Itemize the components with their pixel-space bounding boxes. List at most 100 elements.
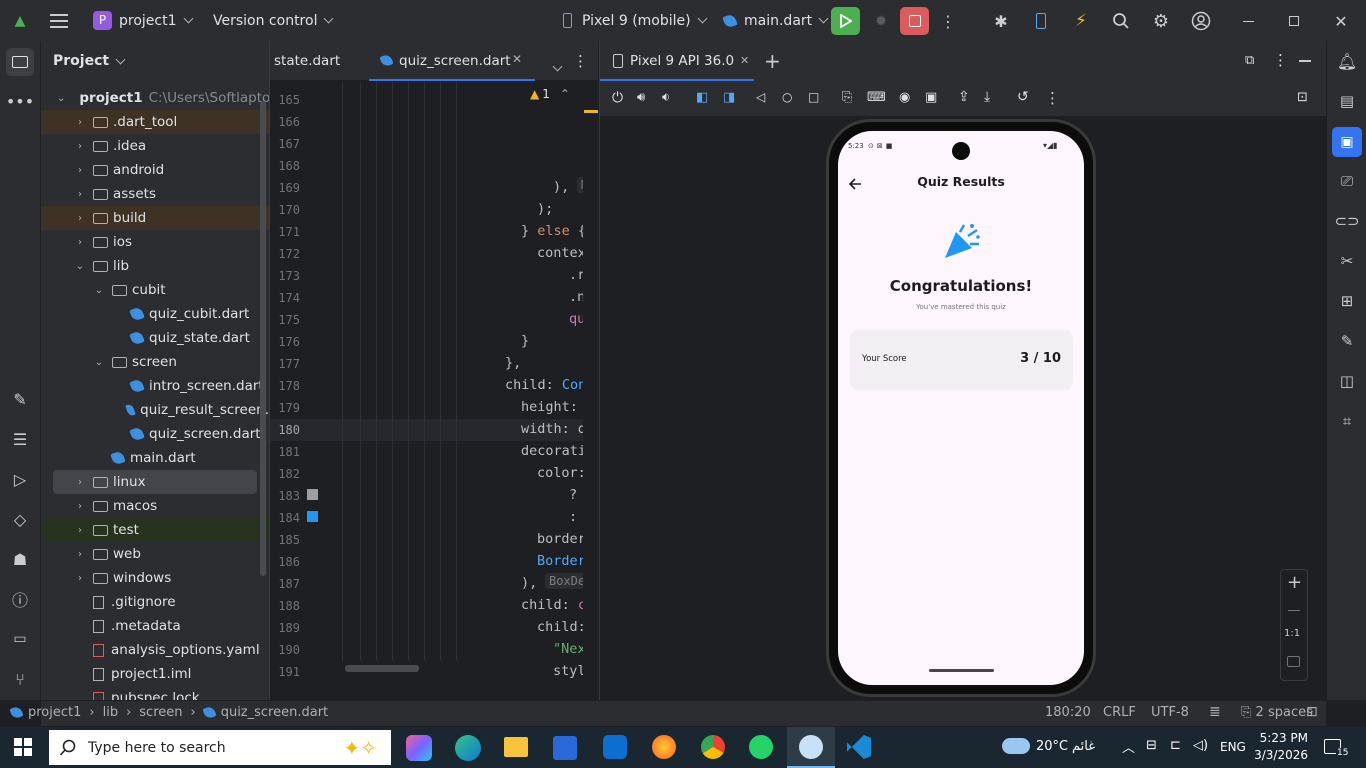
volume-up-icon[interactable]: 🔊︎: [637, 90, 645, 105]
tree-item[interactable]: quiz_state.dart: [41, 326, 269, 350]
tree-item[interactable]: .metadata: [41, 614, 269, 638]
vscode-icon[interactable]: [847, 735, 871, 759]
clock-time[interactable]: 5:23 PM: [1258, 731, 1308, 745]
zoom-actual-size[interactable]: 1:1: [1284, 628, 1300, 639]
upload-icon[interactable]: ⇪: [958, 89, 970, 105]
gesture-bar[interactable]: [929, 669, 994, 672]
reset-icon[interactable]: ↺: [1017, 89, 1029, 105]
stop-button[interactable]: [900, 7, 929, 35]
more-tools-icon[interactable]: •••: [6, 89, 34, 113]
expand-arrow-icon[interactable]: ⌄: [94, 357, 104, 368]
extended-controls-icon[interactable]: ⊡: [1297, 90, 1308, 105]
tree-item[interactable]: analysis_options.yaml: [41, 638, 269, 662]
tree-item[interactable]: ⌄ screen: [41, 350, 269, 374]
inspector-icon[interactable]: ⊞: [1335, 289, 1359, 313]
breadcrumb-lib[interactable]: lib: [103, 705, 118, 720]
tree-item[interactable]: ⌄ cubit: [41, 278, 269, 302]
tree-item[interactable]: › windows: [41, 566, 269, 590]
expand-arrow-icon[interactable]: ›: [75, 477, 85, 488]
tab-state[interactable]: state.dart: [274, 53, 340, 69]
weather-cloud-icon[interactable]: [1002, 738, 1030, 754]
problems-icon[interactable]: ⓘ: [8, 587, 32, 611]
tree-item[interactable]: quiz_result_screen.: [41, 398, 269, 422]
tree-item[interactable]: intro_screen.dart: [41, 374, 269, 398]
notifications-bell-icon[interactable]: 🔔︎: [1335, 49, 1359, 73]
line-separator[interactable]: CRLF: [1103, 705, 1136, 720]
expand-arrow-icon[interactable]: ›: [75, 549, 85, 560]
power-icon[interactable]: ⏻: [612, 90, 623, 106]
tree-item[interactable]: › web: [41, 542, 269, 566]
tree-item[interactable]: › test: [41, 518, 269, 542]
expand-arrow-icon[interactable]: ⌄: [94, 285, 104, 296]
tray-network-icon[interactable]: ⊏: [1170, 738, 1181, 753]
pencil-icon[interactable]: ✎: [1335, 329, 1359, 353]
tree-item[interactable]: › ios: [41, 230, 269, 254]
tree-item[interactable]: quiz_cubit.dart: [41, 302, 269, 326]
file-encoding[interactable]: UTF-8: [1151, 705, 1189, 720]
device-manager-icon[interactable]: [1030, 10, 1052, 32]
hot-reload-icon[interactable]: ⚡: [1070, 10, 1092, 32]
tray-mic-icon[interactable]: ⊟: [1146, 738, 1157, 753]
git-icon[interactable]: ⑂: [8, 667, 32, 691]
copilot-icon[interactable]: [406, 735, 432, 761]
tree-scrollbar[interactable]: [260, 101, 266, 576]
readonly-lock-icon[interactable]: ⊡: [1306, 704, 1318, 720]
tree-item[interactable]: project1.iml: [41, 662, 269, 686]
bug-icon[interactable]: ✱: [990, 10, 1012, 32]
settings-gear-icon[interactable]: ⚙: [1150, 10, 1172, 32]
tree-item[interactable]: › .idea: [41, 134, 269, 158]
restore-window-icon[interactable]: [1284, 10, 1304, 32]
tree-item[interactable]: .gitignore: [41, 590, 269, 614]
open-external-icon[interactable]: ⧉: [1245, 53, 1254, 68]
rotate-right-icon[interactable]: ◨: [723, 90, 735, 105]
project-panel-header[interactable]: Project: [53, 53, 126, 69]
expand-arrow-icon[interactable]: ›: [75, 189, 85, 200]
outlook-icon[interactable]: [603, 735, 627, 759]
code-line[interactable]: );: [537, 201, 561, 217]
expand-arrow-icon[interactable]: ›: [75, 501, 85, 512]
close-emulator-tab-icon[interactable]: ✕: [740, 54, 749, 67]
breadcrumb-file[interactable]: quiz_screen.dart: [221, 705, 328, 720]
firefox-icon[interactable]: [652, 735, 676, 759]
project-tool-button[interactable]: [6, 48, 34, 76]
close-window-icon[interactable]: ✕: [1330, 10, 1352, 32]
run-button[interactable]: [831, 7, 860, 35]
breadcrumb-screen[interactable]: screen: [139, 705, 182, 720]
tab-quiz-screen-active[interactable]: quiz_screen.dart ✕: [369, 41, 535, 81]
zoom-in-icon[interactable]: +: [1287, 572, 1302, 593]
run-tool-icon[interactable]: ▷: [8, 467, 32, 491]
account-icon[interactable]: [1190, 10, 1212, 32]
device-file-explorer-icon[interactable]: ▤: [1335, 89, 1359, 113]
layout-inspector-icon[interactable]: ⌗: [1335, 409, 1359, 433]
zoom-fit-icon[interactable]: [1287, 656, 1300, 667]
vcs-menu[interactable]: Version control: [213, 0, 334, 41]
flutter-inspector-icon[interactable]: ✎: [8, 387, 32, 411]
toolbar-more-icon[interactable]: ⋮: [1045, 89, 1060, 107]
tree-item[interactable]: main.dart: [41, 446, 269, 470]
gem-icon[interactable]: ◇: [8, 507, 32, 531]
taskbar-search-box[interactable]: Type here to search ✦✧: [49, 730, 391, 765]
emulator-tab[interactable]: Pixel 9 API 36.0 ✕: [600, 41, 754, 81]
chrome-icon[interactable]: [701, 735, 725, 759]
main-menu-icon[interactable]: [48, 10, 70, 32]
tray-overflow-icon[interactable]: ︿: [1122, 737, 1135, 756]
tree-item[interactable]: › .dart_tool: [41, 110, 269, 134]
expand-arrow-icon[interactable]: ›: [75, 117, 85, 128]
hide-panel-icon[interactable]: [1299, 60, 1311, 62]
windows-start-icon[interactable]: [14, 738, 32, 760]
screenshot-icon[interactable]: ◉: [899, 90, 910, 105]
back-nav-icon[interactable]: ◁: [756, 90, 765, 104]
tree-item[interactable]: ⌄ lib: [41, 254, 269, 278]
weather-desc[interactable]: غائم: [1072, 739, 1095, 754]
device-selector[interactable]: Pixel 9 (mobile): [563, 0, 708, 41]
file-explorer-icon[interactable]: [504, 737, 528, 757]
tree-item[interactable]: › build: [41, 206, 269, 230]
code-line[interactable]: },: [505, 355, 521, 371]
rotate-left-icon[interactable]: ◧: [696, 90, 708, 105]
whatsapp-icon[interactable]: [749, 735, 773, 759]
code-line[interactable]: ),: [521, 575, 545, 591]
search-icon[interactable]: [1110, 10, 1132, 32]
store-icon[interactable]: [553, 736, 577, 760]
code-line[interactable]: }: [521, 333, 529, 349]
expand-arrow-icon[interactable]: ›: [75, 165, 85, 176]
